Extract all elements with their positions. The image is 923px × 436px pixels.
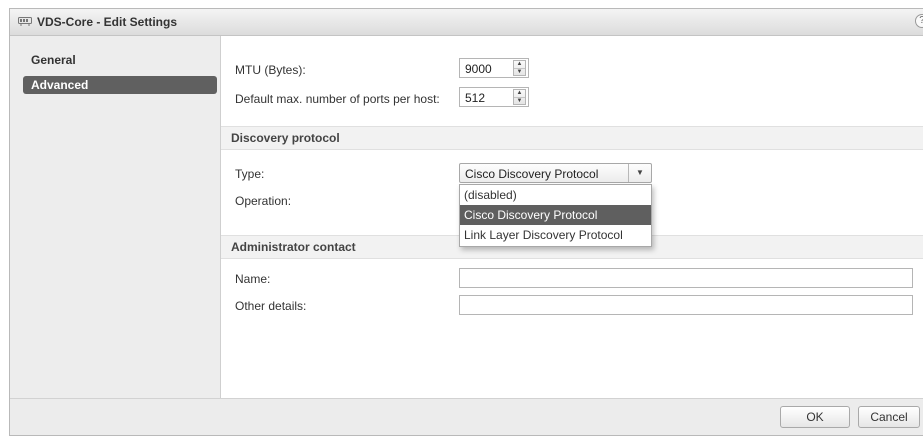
section-title: Administrator contact [231,240,356,254]
discovery-protocol-section-header: Discovery protocol [221,126,923,150]
distributed-switch-icon [18,17,32,26]
ok-button[interactable]: OK [780,406,850,428]
dialog-title: VDS-Core - Edit Settings [37,15,178,29]
mtu-stepper[interactable]: 9000 ▲ ▼ [459,58,529,78]
cancel-button[interactable]: Cancel [858,406,920,428]
sidebar-item-general[interactable]: General [23,51,217,69]
option-disabled[interactable]: (disabled) [460,185,651,205]
mtu-value[interactable]: 9000 [465,62,492,76]
discovery-type-select[interactable]: Cisco Discovery Protocol ▼ [459,163,652,183]
increment-arrow-icon[interactable]: ▲ [514,61,525,69]
option-cisco-discovery-protocol[interactable]: Cisco Discovery Protocol [460,205,651,225]
dialog-footer: OK Cancel [10,398,923,435]
ports-stepper[interactable]: 512 ▲ ▼ [459,87,529,107]
decrement-arrow-icon[interactable]: ▼ [514,98,525,105]
sidebar-item-advanced[interactable]: Advanced [23,76,217,94]
section-title: Discovery protocol [231,131,340,145]
name-field[interactable] [459,268,913,288]
increment-arrow-icon[interactable]: ▲ [514,90,525,98]
ports-value[interactable]: 512 [465,91,485,105]
discovery-type-dropdown[interactable]: (disabled) Cisco Discovery Protocol Link… [459,184,652,247]
option-link-layer-discovery-protocol[interactable]: Link Layer Discovery Protocol [460,225,651,245]
chevron-down-icon[interactable]: ▼ [628,164,651,182]
help-icon[interactable]: ? [915,14,923,28]
discovery-type-value[interactable]: Cisco Discovery Protocol [465,167,598,181]
operation-label: Operation: [235,194,292,208]
edit-settings-dialog: VDS-Core - Edit Settings ? General Advan… [9,8,923,436]
mtu-label: MTU (Bytes): [235,63,306,77]
name-label: Name: [235,272,271,286]
settings-sidebar: General Advanced [10,36,221,399]
mtu-stepper-buttons[interactable]: ▲ ▼ [513,60,526,76]
ports-label: Default max. number of ports per host: [235,92,440,106]
decrement-arrow-icon[interactable]: ▼ [514,69,525,76]
other-details-field[interactable] [459,295,913,315]
ports-stepper-buttons[interactable]: ▲ ▼ [513,89,526,105]
other-details-label: Other details: [235,299,307,313]
type-label: Type: [235,167,265,181]
dialog-titlebar: VDS-Core - Edit Settings ? [10,9,923,36]
advanced-settings-panel: MTU (Bytes): 9000 ▲ ▼ Default max. numbe… [221,36,923,399]
